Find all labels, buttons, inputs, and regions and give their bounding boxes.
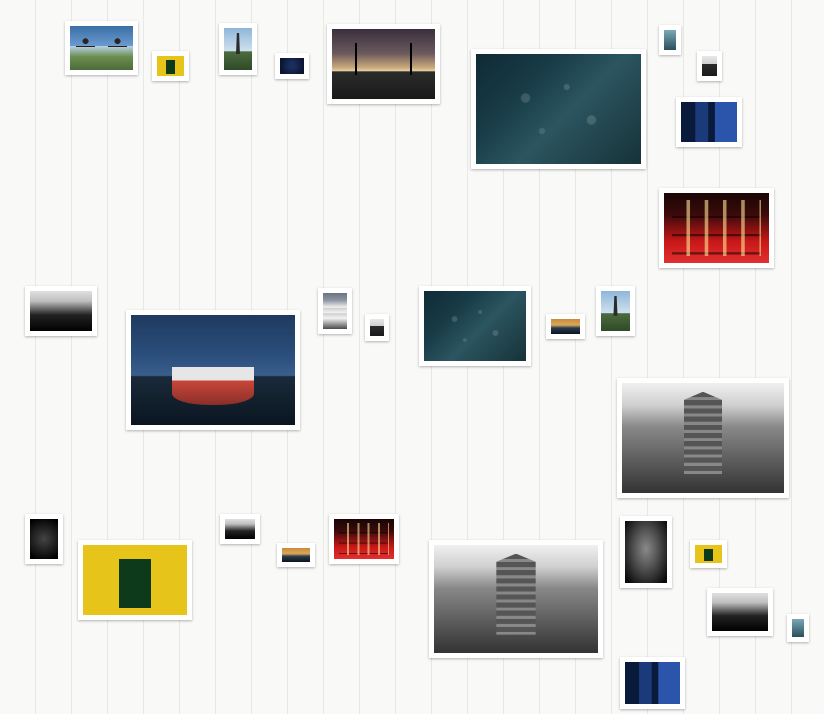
photo-image xyxy=(476,54,641,164)
photo-image xyxy=(70,26,133,70)
photo-image xyxy=(280,58,304,74)
photo-thumbnail[interactable] xyxy=(152,51,189,81)
photo-thumbnail[interactable] xyxy=(329,514,399,564)
photo-thumbnail[interactable] xyxy=(65,21,138,75)
photo-thumbnail[interactable] xyxy=(659,188,774,268)
photo-image xyxy=(551,319,580,334)
photo-thumbnail[interactable] xyxy=(620,657,685,709)
photo-image xyxy=(131,315,295,425)
photo-thumbnail[interactable] xyxy=(690,540,727,568)
photo-image xyxy=(601,291,630,331)
photo-image xyxy=(622,383,784,493)
photo-thumbnail[interactable] xyxy=(697,51,722,81)
photo-thumbnail[interactable] xyxy=(787,614,809,642)
photo-thumbnail[interactable] xyxy=(25,514,63,564)
photo-thumbnail[interactable] xyxy=(546,314,585,339)
photo-image xyxy=(625,521,667,583)
photo-thumbnail[interactable] xyxy=(277,543,315,567)
photo-thumbnail[interactable] xyxy=(419,286,531,366)
photo-thumbnail[interactable] xyxy=(620,516,672,588)
photo-image xyxy=(370,319,384,336)
photo-image xyxy=(225,519,255,539)
photo-image xyxy=(695,545,722,563)
photo-thumbnail[interactable] xyxy=(707,588,773,636)
photo-image xyxy=(334,519,394,559)
photo-thumbnail[interactable] xyxy=(275,53,309,79)
photo-thumbnail[interactable] xyxy=(617,378,789,498)
photo-image xyxy=(332,29,435,99)
photo-image xyxy=(434,545,598,653)
photo-thumbnail[interactable] xyxy=(25,286,97,336)
photo-image xyxy=(30,291,92,331)
photo-image xyxy=(681,102,737,142)
photo-thumbnail[interactable] xyxy=(126,310,300,430)
photo-image xyxy=(625,662,680,704)
photo-image xyxy=(702,56,717,76)
photo-thumbnail[interactable] xyxy=(365,314,389,341)
photo-thumbnail[interactable] xyxy=(659,25,681,55)
photo-image xyxy=(224,28,252,70)
photo-thumbnail[interactable] xyxy=(471,49,646,169)
photo-image xyxy=(323,293,347,329)
photo-image xyxy=(282,548,310,562)
photo-image xyxy=(664,193,769,263)
photo-image xyxy=(424,291,526,361)
photo-thumbnail[interactable] xyxy=(220,514,260,544)
photo-thumbnail[interactable] xyxy=(327,24,440,104)
photo-image xyxy=(792,619,804,637)
photo-thumbnail[interactable] xyxy=(78,540,192,620)
photo-thumbnail[interactable] xyxy=(676,97,742,147)
photo-canvas[interactable] xyxy=(0,0,824,714)
photo-thumbnail[interactable] xyxy=(219,23,257,75)
photo-thumbnail[interactable] xyxy=(318,288,352,334)
photo-image xyxy=(664,30,676,50)
photo-thumbnail[interactable] xyxy=(596,286,635,336)
photo-image xyxy=(712,593,768,631)
photo-image xyxy=(157,56,184,76)
photo-image xyxy=(30,519,58,559)
photo-thumbnail[interactable] xyxy=(429,540,603,658)
photo-image xyxy=(83,545,187,615)
